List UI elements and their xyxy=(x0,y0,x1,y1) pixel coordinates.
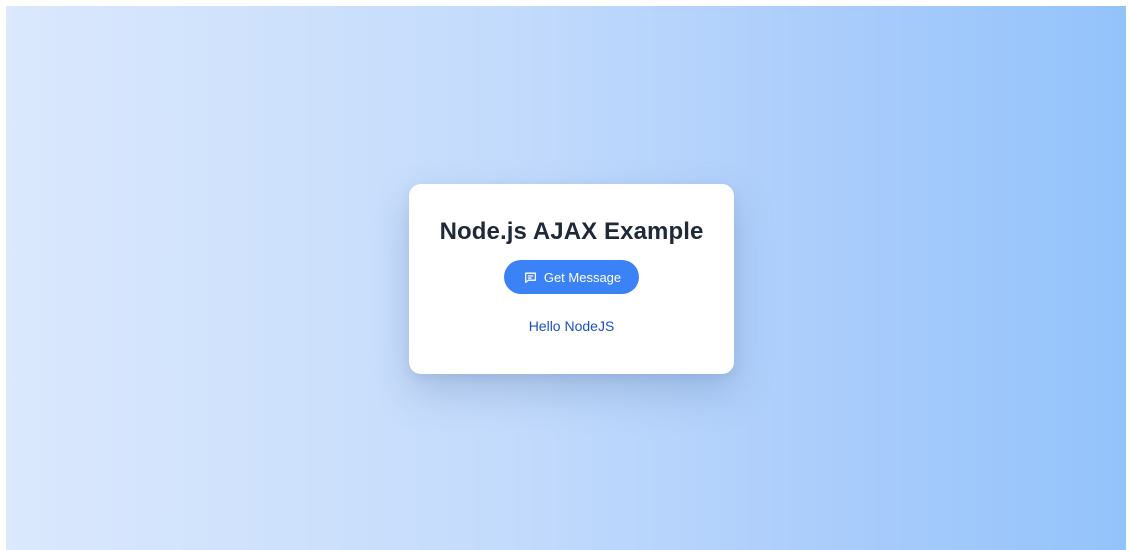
page-title: Node.js AJAX Example xyxy=(439,218,704,245)
message-square-icon xyxy=(524,271,537,284)
get-message-button-label: Get Message xyxy=(543,269,622,285)
page-background: Node.js AJAX Example Get Message Hello N… xyxy=(6,6,1126,550)
message-text: Hello NodeJS xyxy=(528,318,615,334)
message-card: Node.js AJAX Example Get Message Hello N… xyxy=(409,184,734,374)
get-message-button[interactable]: Get Message xyxy=(503,260,640,294)
